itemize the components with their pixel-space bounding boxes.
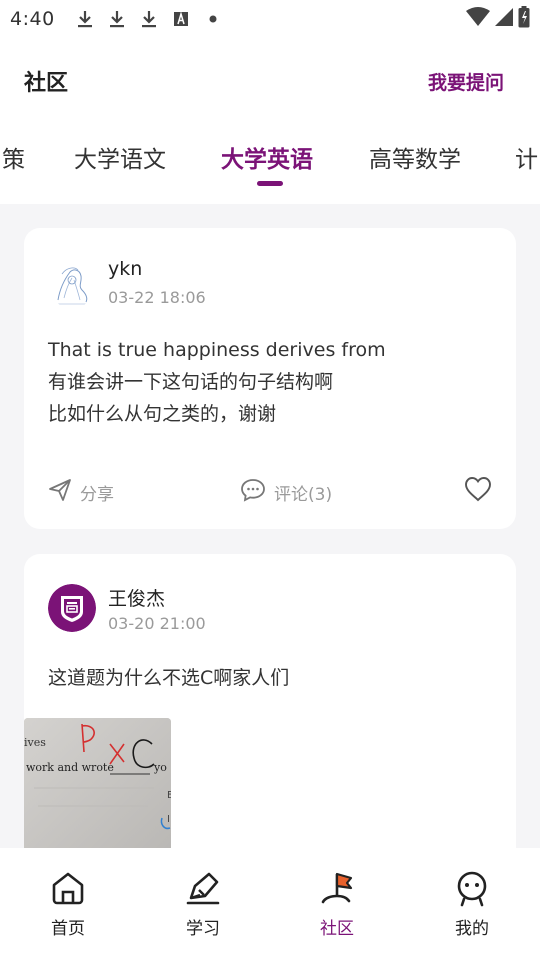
tab-college-english[interactable]: 大学英语 (221, 140, 313, 174)
avatar[interactable] (48, 260, 96, 308)
image-text-line: yo (153, 761, 167, 774)
image-text-line: work and wrote (26, 761, 114, 774)
tab-college-chinese[interactable]: 大学语文 (74, 140, 166, 174)
download-icon (107, 9, 127, 29)
tab-partial-left[interactable]: 策 (2, 140, 25, 174)
comment-button[interactable]: 评论(3) (240, 478, 332, 507)
page-title: 社区 (24, 71, 69, 96)
nav-home[interactable]: 首页 (18, 868, 118, 939)
bottom-navigation: 首页 学习 社区 我的 (0, 848, 540, 960)
subject-tabs: 策 大学语文 大学英语 高等数学 计 (0, 124, 540, 204)
wifi-icon (466, 6, 490, 32)
signal-icon (494, 7, 514, 32)
post-actions: 分享 评论(3) (48, 476, 492, 508)
share-icon (48, 478, 72, 507)
comment-icon (240, 478, 266, 507)
font-a-icon (171, 9, 191, 29)
nav-community[interactable]: 社区 (287, 868, 387, 939)
profile-face-icon (452, 868, 492, 908)
download-icon (139, 9, 159, 29)
status-bar: 4:40 (0, 0, 540, 38)
comment-label: 评论(3) (274, 485, 333, 505)
app-header: 社区 我要提问 (0, 38, 540, 124)
active-tab-indicator (257, 181, 283, 186)
post-feed[interactable]: ykn 03-22 18:06 That is true happiness d… (0, 204, 540, 848)
username[interactable]: ykn (108, 258, 142, 280)
nav-study[interactable]: 学习 (153, 868, 253, 939)
tab-advanced-math[interactable]: 高等数学 (369, 140, 461, 174)
share-label: 分享 (80, 485, 114, 505)
svg-text:I: I (167, 814, 170, 825)
ask-question-button[interactable]: 我要提问 (428, 68, 504, 95)
post-time: 03-20 21:00 (108, 614, 206, 633)
dot-icon (203, 9, 223, 29)
heart-icon (464, 477, 492, 506)
share-button[interactable]: 分享 (48, 478, 114, 507)
status-time: 4:40 (10, 8, 55, 30)
nav-label: 学习 (186, 919, 220, 939)
download-icon (75, 9, 95, 29)
post-body[interactable]: 这道题为什么不选C啊家人们 (48, 662, 289, 694)
battery-icon (518, 5, 530, 33)
tab-partial-right[interactable]: 计 (515, 140, 538, 174)
post-time: 03-22 18:06 (108, 288, 206, 307)
nav-label: 社区 (320, 919, 354, 939)
like-button[interactable] (464, 476, 492, 506)
pen-icon (183, 868, 223, 908)
nav-profile[interactable]: 我的 (422, 868, 522, 939)
community-flag-icon (317, 868, 357, 908)
svg-text:E: E (167, 790, 171, 801)
nav-label: 我的 (455, 919, 489, 939)
image-text-line: ives (24, 736, 46, 749)
post-body[interactable]: That is true happiness derives from 有谁会讲… (48, 334, 386, 430)
post-card[interactable]: ykn 03-22 18:06 That is true happiness d… (24, 228, 516, 529)
avatar[interactable] (48, 584, 96, 632)
nav-label: 首页 (51, 919, 85, 939)
post-image[interactable]: ives work and wrote yo E I (24, 718, 171, 848)
home-icon (48, 868, 88, 908)
username[interactable]: 王俊杰 (108, 584, 165, 611)
